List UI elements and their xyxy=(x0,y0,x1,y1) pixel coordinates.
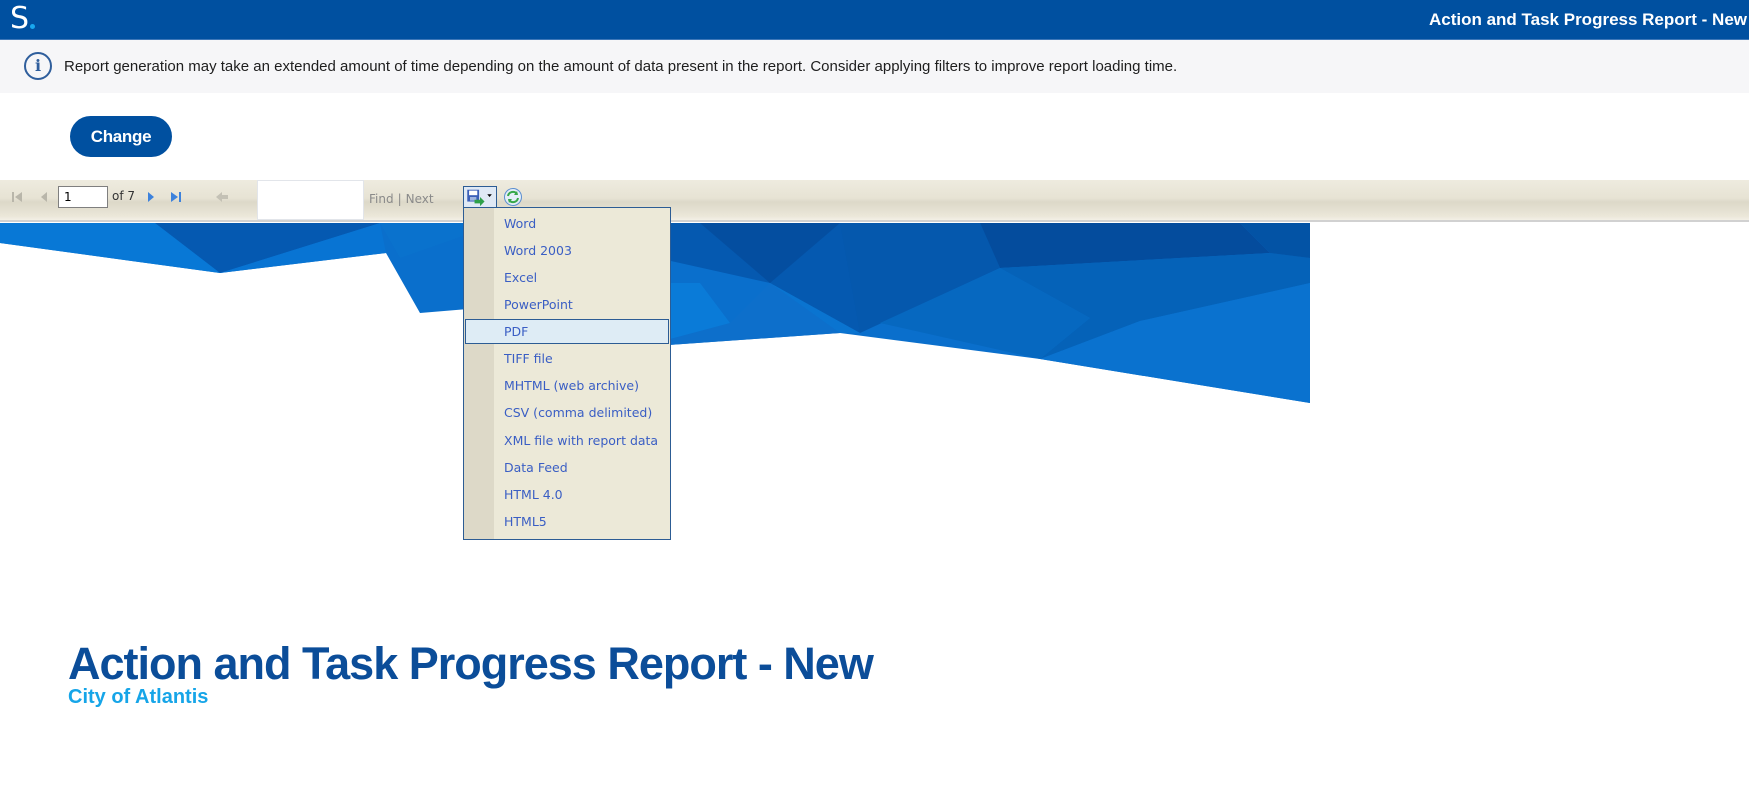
find-link[interactable]: Find xyxy=(369,192,394,206)
previous-page-icon xyxy=(41,192,47,202)
export-option-xml[interactable]: XML file with report data xyxy=(465,428,669,453)
export-option-powerpoint[interactable]: PowerPoint xyxy=(465,292,669,317)
last-page-icon xyxy=(171,192,181,202)
info-notice: i Report generation may take an extended… xyxy=(0,40,1749,93)
next-page-button[interactable] xyxy=(143,180,159,214)
report-toolbar: of 7 Find| Next xyxy=(0,180,1749,222)
refresh-icon xyxy=(504,188,522,206)
change-button[interactable]: Change xyxy=(70,116,172,157)
find-controls: Find | Next xyxy=(369,192,434,206)
next-link[interactable]: Next xyxy=(406,192,434,206)
refresh-button[interactable] xyxy=(503,187,523,207)
export-option-excel[interactable]: Excel xyxy=(465,265,669,290)
export-option-tiff[interactable]: TIFF file xyxy=(465,346,669,371)
previous-page-button[interactable] xyxy=(36,180,52,214)
logo-dot xyxy=(30,24,36,29)
find-separator: | xyxy=(397,192,402,206)
first-page-icon xyxy=(12,192,22,202)
export-option-html5[interactable]: HTML5 xyxy=(465,509,669,534)
export-option-word[interactable]: Word xyxy=(465,211,669,236)
export-option-mhtml[interactable]: MHTML (web archive) xyxy=(465,373,669,398)
next-page-icon xyxy=(148,192,154,202)
export-format-menu: Word Word 2003 Excel PowerPoint PDF TIFF… xyxy=(463,207,671,540)
report-subtitle: City of Atlantis xyxy=(68,686,209,708)
info-message: Report generation may take an extended a… xyxy=(64,58,1178,75)
app-title: Action and Task Progress Report - New xyxy=(1428,10,1747,29)
first-page-button[interactable] xyxy=(9,180,25,214)
export-icon xyxy=(467,189,492,207)
report-title: Action and Task Progress Report - New xyxy=(68,638,874,689)
export-option-data-feed[interactable]: Data Feed xyxy=(465,455,669,480)
find-input[interactable] xyxy=(257,180,364,220)
app-logo[interactable]: S xyxy=(10,1,36,37)
last-page-button[interactable] xyxy=(168,180,184,214)
app-header: S Action and Task Progress Report - New xyxy=(0,0,1749,40)
export-option-csv[interactable]: CSV (comma delimited) xyxy=(465,400,669,425)
logo-letter: S xyxy=(10,1,29,36)
info-icon: i xyxy=(24,52,52,80)
export-option-pdf[interactable]: PDF xyxy=(465,319,669,344)
page-count-label: of 7 xyxy=(112,189,136,203)
back-to-parent-button[interactable] xyxy=(214,180,230,214)
back-to-parent-icon xyxy=(216,192,228,202)
export-option-word-2003[interactable]: Word 2003 xyxy=(465,238,669,263)
page-number-input[interactable] xyxy=(58,186,108,208)
export-dropdown-button[interactable] xyxy=(463,186,497,208)
export-option-html4[interactable]: HTML 4.0 xyxy=(465,482,669,507)
